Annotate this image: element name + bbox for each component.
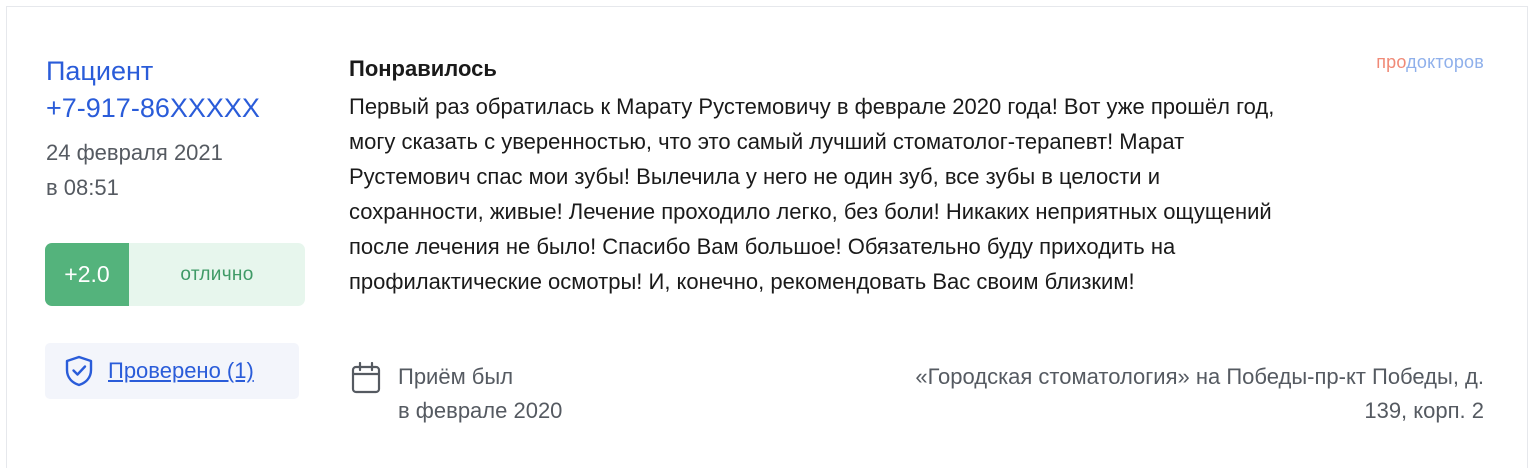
verified-link[interactable]: Проверено (1): [108, 358, 254, 384]
review-text-line: могу сказать с уверенностью, что это сам…: [349, 129, 1185, 154]
prodoctorov-logo[interactable]: продокторов: [1376, 51, 1484, 73]
clinic-address-cont: 139, корп. 2: [1364, 398, 1484, 423]
logo-part-1: про: [1376, 52, 1407, 72]
review-title: Понравилось: [349, 56, 497, 81]
rating-label: отлично: [129, 243, 305, 306]
verified-button[interactable]: Проверено (1): [45, 343, 299, 399]
author-phone-link[interactable]: +7-917-86XXXXX: [46, 91, 260, 125]
review-text-line: Рустемович спас мои зубы! Вылечила у нег…: [349, 164, 1160, 189]
visit-label: Приём был: [398, 364, 514, 389]
review-date: 24 февраля 2021: [46, 140, 223, 165]
review-text: Первый раз обратилась к Марату Рустемови…: [349, 89, 1487, 299]
shield-check-icon: [64, 355, 94, 387]
review-text-line: после лечения не было! Спасибо Вам больш…: [349, 234, 1176, 259]
calendar-icon: [351, 361, 381, 399]
rating-badge: +2.0 отлично: [45, 243, 305, 306]
rating-score: +2.0: [45, 243, 129, 306]
review-text-line: сохранности, живые! Лечение проходило ле…: [349, 199, 1272, 224]
review-card: Пациент +7-917-86XXXXX 24 февраля 2021 в…: [6, 6, 1528, 468]
clinic-address: «Городская стоматология» на Победы-пр-кт…: [915, 364, 1484, 389]
review-text-line: Первый раз обратилась к Марату Рустемови…: [349, 94, 1275, 119]
logo-part-2: докторов: [1406, 52, 1484, 72]
author-name-link[interactable]: Пациент: [46, 54, 153, 88]
visit-date: в феврале 2020: [398, 398, 563, 423]
review-time: в 08:51: [46, 175, 119, 200]
review-text-line: профилактические осмотры! И, конечно, ре…: [349, 269, 1135, 294]
